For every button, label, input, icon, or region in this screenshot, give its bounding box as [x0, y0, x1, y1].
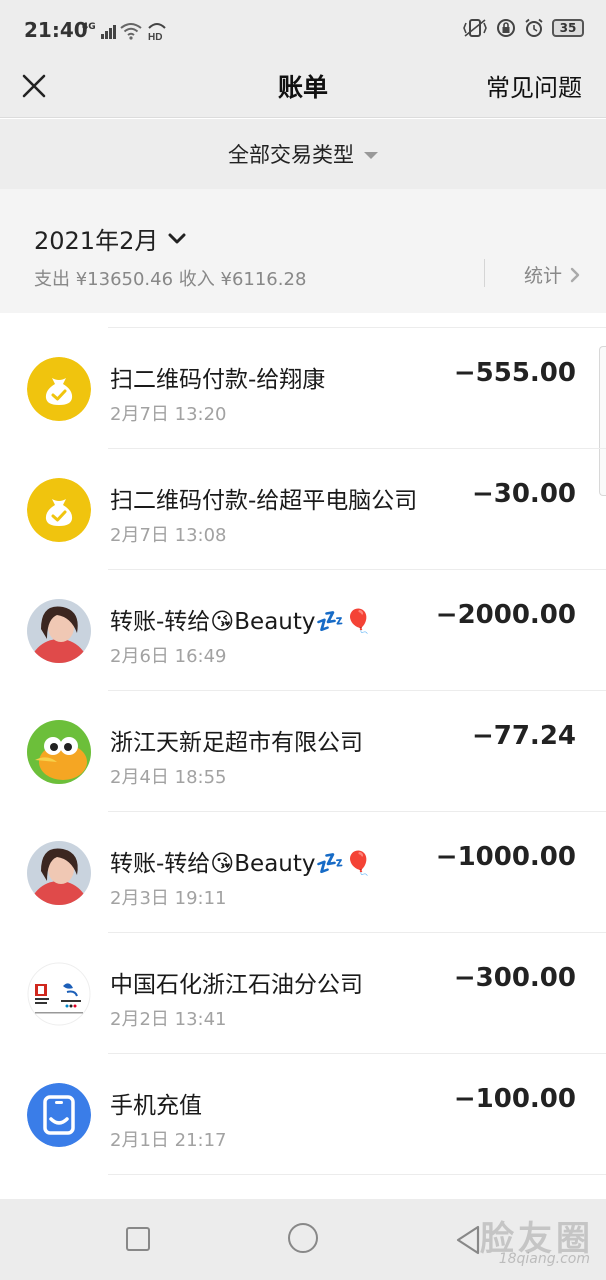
- lock-rotation-icon: [497, 19, 515, 37]
- transaction-list[interactable]: 扫二维码付款-给翔康 2月7日 13:20 −555.00 扫二维码付款-给超平…: [0, 313, 606, 1199]
- status-bar: 21:40 4G HD 35: [0, 0, 606, 60]
- transaction-amount: −300.00: [453, 963, 576, 993]
- hd-call-icon: HD: [148, 23, 166, 42]
- transaction-date: 2月2日 13:41: [110, 1009, 227, 1030]
- transaction-row[interactable]: 手机充值 2月1日 21:17 −100.00: [0, 1054, 606, 1175]
- divider: [108, 1174, 606, 1175]
- chevron-right-icon: [570, 267, 580, 282]
- transaction-row[interactable]: 转账-转给😘Beauty💤🎈 2月6日 16:49 −2000.00: [0, 570, 606, 691]
- filter-label: 全部交易类型: [228, 143, 354, 167]
- transaction-row[interactable]: 转账-转给😘Beauty💤🎈 2月3日 19:11 −1000.00: [0, 812, 606, 933]
- transaction-title: 手机充值: [110, 1093, 202, 1119]
- transaction-date: 2月7日 13:20: [110, 404, 227, 425]
- divider: [484, 259, 485, 287]
- transaction-amount: −1000.00: [435, 842, 576, 872]
- recent-apps-button[interactable]: [126, 1227, 150, 1251]
- transaction-amount: −77.24: [471, 721, 576, 751]
- alarm-icon: [525, 18, 543, 37]
- transaction-row[interactable]: 中国石化浙江石油分公司 2月2日 13:41 −300.00: [0, 933, 606, 1054]
- transaction-row[interactable]: 扫二维码付款-给翔康 2月7日 13:20 −555.00: [0, 328, 606, 449]
- system-nav-bar: 脸友圈 18qiang.com: [0, 1199, 606, 1280]
- sinopec-logo: [27, 962, 91, 1026]
- user-avatar: [27, 841, 91, 905]
- home-button[interactable]: [288, 1223, 318, 1253]
- signal-icon: [100, 25, 116, 39]
- network-type: 4G: [82, 22, 96, 32]
- close-button[interactable]: [14, 66, 54, 106]
- faq-link[interactable]: 常见问题: [486, 68, 582, 103]
- caret-down-icon: [364, 151, 378, 159]
- month-header: 2021年2月 支出 ¥13650.46 收入 ¥6116.28 统计: [0, 189, 606, 313]
- stats-button[interactable]: 统计: [524, 261, 580, 288]
- transaction-type-filter[interactable]: 全部交易类型: [0, 119, 606, 189]
- month-summary: 支出 ¥13650.46 收入 ¥6116.28: [34, 269, 307, 290]
- transaction-row[interactable]: 浙江天新足超市有限公司 2月4日 18:55 −77.24: [0, 691, 606, 812]
- month-label: 2021年2月: [34, 227, 159, 255]
- status-icons-left: 4G HD: [82, 20, 168, 42]
- vibrate-icon: [463, 19, 487, 37]
- status-time: 21:40: [24, 18, 88, 42]
- transaction-title: 转账-转给😘Beauty💤🎈: [110, 609, 373, 635]
- transaction-row[interactable]: 扫二维码付款-给超平电脑公司 2月7日 13:08 −30.00: [0, 449, 606, 570]
- money-bag-icon: [27, 357, 91, 421]
- nav-bar: 账单 常见问题: [0, 60, 606, 118]
- chevron-down-icon: [168, 233, 186, 243]
- transaction-title: 转账-转给😘Beauty💤🎈: [110, 851, 373, 877]
- stats-label: 统计: [523, 265, 562, 287]
- status-icons-right: 35: [462, 18, 584, 38]
- duck-avatar: [27, 720, 91, 784]
- user-avatar: [27, 599, 91, 663]
- transaction-date: 2月6日 16:49: [110, 646, 227, 667]
- battery-icon: 35: [552, 19, 584, 37]
- transaction-amount: −100.00: [453, 1084, 576, 1114]
- money-bag-icon: [27, 478, 91, 542]
- phone-recharge-icon: [27, 1083, 91, 1147]
- transaction-date: 2月3日 19:11: [110, 888, 227, 909]
- transaction-title: 中国石化浙江石油分公司: [110, 972, 363, 998]
- transaction-date: 2月7日 13:08: [110, 525, 227, 546]
- transaction-amount: −2000.00: [435, 600, 576, 630]
- transaction-date: 2月1日 21:17: [110, 1130, 227, 1151]
- close-icon: [22, 74, 46, 98]
- month-selector[interactable]: 2021年2月: [34, 221, 186, 256]
- transaction-amount: −30.00: [471, 479, 576, 509]
- transaction-date: 2月4日 18:55: [110, 767, 227, 788]
- watermark-sub: 18qiang.com: [498, 1251, 590, 1267]
- back-icon[interactable]: [455, 1225, 481, 1255]
- wifi-icon: [120, 23, 142, 40]
- transaction-title: 扫二维码付款-给超平电脑公司: [110, 488, 418, 514]
- transaction-title: 浙江天新足超市有限公司: [110, 730, 363, 756]
- transaction-amount: −555.00: [453, 358, 576, 388]
- svg-text:HD: HD: [148, 32, 162, 42]
- transaction-title: 扫二维码付款-给翔康: [110, 367, 326, 393]
